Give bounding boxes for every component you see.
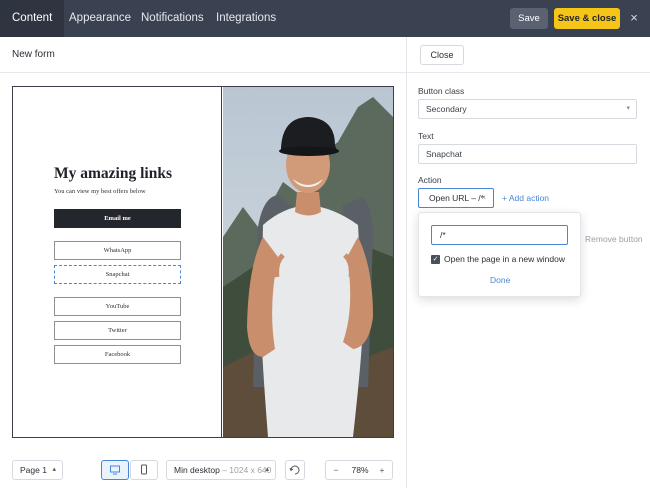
page-select-value: Page 1 <box>20 465 47 475</box>
action-chip-label: Open URL – /* <box>429 193 484 203</box>
desktop-icon <box>110 465 120 475</box>
text-input[interactable]: Snapchat <box>418 144 637 164</box>
chevron-down-icon: ▾ <box>626 105 630 112</box>
link-button-whatsapp[interactable]: WhatsApp <box>54 241 181 260</box>
button-class-value: Secondary <box>426 104 467 114</box>
link-button-snapchat[interactable]: Snapchat <box>54 265 181 284</box>
chevron-up-icon: ▴ <box>52 466 56 473</box>
page-select[interactable]: Page 1 ▴ <box>12 460 63 480</box>
text-label: Text <box>418 131 434 141</box>
mobile-view-button[interactable] <box>130 460 158 480</box>
rotate-icon <box>289 465 300 475</box>
close-button[interactable]: Close <box>420 45 464 65</box>
action-chip[interactable]: Open URL – /* × <box>418 188 494 208</box>
tab-notifications[interactable]: Notifications <box>129 0 216 37</box>
button-class-select[interactable]: Secondary ▾ <box>418 99 637 119</box>
screen-size-select[interactable]: Min desktop – 1024 x 640 ▴ <box>166 460 276 480</box>
preview-subheading[interactable]: You can view my best offers below <box>54 188 146 195</box>
add-action-link[interactable]: + Add action <box>502 193 549 203</box>
link-button-facebook[interactable]: Facebook <box>54 345 181 364</box>
save-and-close-button[interactable]: Save & close <box>554 8 620 29</box>
preview-content-column: My amazing links You can view my best of… <box>13 87 222 437</box>
screen-size-label: Min desktop <box>174 465 220 475</box>
remove-button-link[interactable]: Remove button <box>585 234 643 244</box>
preview-headline[interactable]: My amazing links <box>54 165 172 183</box>
person-photo-icon <box>223 87 393 437</box>
open-new-window-checkbox[interactable]: ✓ <box>431 255 440 264</box>
link-button-youtube[interactable]: YouTube <box>54 297 181 316</box>
desktop-view-button[interactable] <box>101 460 129 480</box>
chevron-up-icon: ▴ <box>265 466 269 473</box>
zoom-out-button[interactable]: − <box>328 461 344 479</box>
email-me-button[interactable]: Email me <box>54 209 181 228</box>
link-button-twitter[interactable]: Twitter <box>54 321 181 340</box>
save-button[interactable]: Save <box>510 8 548 29</box>
zoom-level: 78% <box>351 465 369 475</box>
button-class-label: Button class <box>418 86 465 96</box>
panel-divider <box>406 37 407 488</box>
person-photo[interactable] <box>223 87 393 437</box>
text-input-value: Snapchat <box>426 149 462 159</box>
form-preview-canvas: My amazing links You can view my best of… <box>12 86 394 438</box>
zoom-in-button[interactable]: + <box>374 461 390 479</box>
remove-action-icon[interactable]: × <box>481 189 486 207</box>
action-label: Action <box>418 175 442 185</box>
editor-header: New form <box>0 37 406 73</box>
url-input[interactable]: /* <box>431 225 568 245</box>
rotate-button[interactable] <box>285 460 305 480</box>
zoom-control: − 78% + <box>325 460 393 480</box>
close-icon[interactable]: × <box>626 9 642 27</box>
mobile-icon <box>141 464 147 475</box>
form-name: New form <box>12 49 55 60</box>
screen-size-value: – 1024 x 640 <box>222 465 272 475</box>
tab-content[interactable]: Content <box>0 0 65 37</box>
tab-integrations[interactable]: Integrations <box>204 0 288 37</box>
done-button[interactable]: Done <box>490 275 510 285</box>
open-new-window-label[interactable]: Open the page in a new window <box>444 254 565 264</box>
